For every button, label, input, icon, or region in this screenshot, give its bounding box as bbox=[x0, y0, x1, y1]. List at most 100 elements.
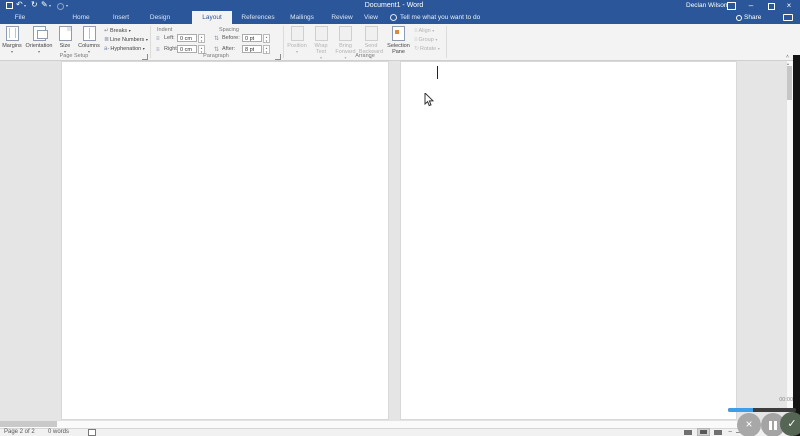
undo-icon[interactable]: ↶ bbox=[16, 1, 23, 9]
tab-insert[interactable]: Insert bbox=[106, 11, 136, 24]
recorder-progress-fill bbox=[728, 408, 753, 412]
hyphenation-button[interactable]: a-Hyphenation ▾ bbox=[104, 45, 145, 53]
pen-caret-icon[interactable]: ▾ bbox=[49, 4, 51, 8]
comments-icon[interactable] bbox=[783, 14, 793, 21]
paragraph-group-label: Paragraph bbox=[203, 53, 229, 59]
size-icon bbox=[58, 26, 72, 41]
page-setup-group-label: Page Setup bbox=[59, 53, 89, 59]
share-person-icon bbox=[736, 15, 742, 21]
spacing-after-input[interactable]: 8 pt bbox=[242, 45, 262, 53]
word-count[interactable]: 0 words bbox=[48, 428, 69, 436]
redo-icon[interactable]: ↻ bbox=[31, 1, 38, 9]
tab-layout[interactable]: Layout bbox=[192, 11, 232, 24]
vertical-scrollbar-thumb[interactable] bbox=[787, 66, 792, 100]
orientation-icon bbox=[32, 26, 48, 41]
horizontal-scrollbar[interactable] bbox=[0, 420, 793, 428]
status-bar bbox=[0, 428, 793, 436]
margins-button[interactable]: Margins ▾ bbox=[1, 26, 23, 55]
tab-view[interactable]: View bbox=[358, 11, 384, 24]
bring-forward-icon bbox=[339, 26, 352, 41]
desktop-edge bbox=[793, 55, 800, 436]
indent-header: Indent bbox=[157, 27, 173, 33]
undo-caret-icon[interactable]: ▾ bbox=[24, 4, 26, 8]
page-indicator[interactable]: Page 2 of 2 bbox=[4, 428, 35, 436]
zoom-out-button[interactable]: − bbox=[728, 429, 732, 436]
tab-file[interactable]: File bbox=[8, 11, 32, 24]
pause-bar-icon bbox=[769, 421, 772, 430]
indent-left-stepper[interactable]: ▴ ▾ bbox=[198, 34, 205, 43]
indent-left-input[interactable]: 0 cm bbox=[177, 34, 197, 42]
align-icon: ≡ bbox=[414, 28, 418, 34]
breaks-button[interactable]: ↵Breaks ▾ bbox=[104, 27, 131, 35]
qat-customize-icon[interactable]: ▾ bbox=[66, 4, 68, 8]
recorder-progress-track bbox=[728, 408, 796, 412]
pen-icon[interactable]: ✎ bbox=[41, 1, 48, 9]
hyphenation-icon: a- bbox=[104, 46, 110, 52]
spacing-before-icon: ⇅ bbox=[214, 36, 220, 42]
margins-icon bbox=[5, 26, 19, 41]
save-icon[interactable] bbox=[6, 2, 13, 9]
recorder-timer: 00:00 bbox=[779, 397, 793, 403]
spacing-header: Spacing bbox=[219, 27, 239, 33]
close-button[interactable]: × bbox=[782, 0, 796, 11]
collapse-ribbon-icon[interactable]: ˄ bbox=[786, 55, 789, 60]
page-1[interactable] bbox=[61, 61, 389, 420]
recorder-done-button[interactable]: ✓ bbox=[780, 412, 800, 436]
line-numbers-icon: ≣ bbox=[104, 37, 110, 43]
vertical-scrollbar[interactable] bbox=[786, 61, 793, 420]
indent-left-icon: ≡ bbox=[156, 36, 160, 42]
page-setup-dialog-launcher-icon[interactable] bbox=[142, 54, 148, 60]
indent-left-label: Left: bbox=[164, 35, 175, 41]
mouse-cursor-icon bbox=[424, 93, 434, 107]
restore-button[interactable] bbox=[768, 3, 775, 10]
horizontal-scrollbar-thumb[interactable] bbox=[0, 421, 57, 427]
align-button[interactable]: ≡Align ▾ bbox=[414, 27, 434, 35]
selection-pane-button[interactable]: Selection Pane bbox=[385, 26, 412, 55]
group-separator bbox=[283, 26, 284, 58]
orientation-button[interactable]: Orientation ▾ bbox=[24, 26, 54, 55]
arrange-group-label: Arrange bbox=[355, 53, 375, 59]
wrap-text-icon bbox=[314, 26, 328, 41]
minimize-button[interactable]: – bbox=[744, 0, 758, 11]
window-title: Document1 - Word bbox=[364, 2, 424, 9]
columns-button[interactable]: Columns ▾ bbox=[77, 26, 101, 55]
indent-right-input[interactable]: 0 cm bbox=[177, 45, 197, 53]
columns-icon bbox=[82, 26, 96, 41]
spacing-before-stepper[interactable]: ▴ ▾ bbox=[263, 34, 270, 43]
web-layout-button[interactable] bbox=[714, 430, 722, 435]
group-separator bbox=[446, 26, 447, 58]
position-button[interactable]: Position ▾ bbox=[286, 26, 308, 55]
qat-dim-icon bbox=[57, 3, 64, 10]
print-layout-button[interactable] bbox=[697, 428, 710, 436]
send-backward-icon bbox=[364, 26, 378, 41]
size-button[interactable]: Size ▾ bbox=[55, 26, 75, 55]
tab-mailings[interactable]: Mailings bbox=[284, 11, 320, 24]
line-numbers-button[interactable]: ≣Line Numbers ▾ bbox=[104, 36, 148, 44]
rotate-icon: ↻ bbox=[414, 46, 420, 52]
group-button[interactable]: ≡Group ▾ bbox=[414, 36, 437, 44]
tab-references[interactable]: References bbox=[236, 11, 280, 24]
tell-me-box[interactable]: Tell me what you want to do bbox=[400, 11, 480, 24]
spacing-before-input[interactable]: 0 pt bbox=[242, 34, 262, 42]
recorder-cancel-button[interactable]: × bbox=[737, 413, 761, 436]
tab-home[interactable]: Home bbox=[66, 11, 96, 24]
paragraph-dialog-launcher-icon[interactable] bbox=[275, 54, 281, 60]
tab-design[interactable]: Design bbox=[144, 11, 176, 24]
group-objects-icon: ≡ bbox=[414, 37, 418, 43]
lightbulb-icon bbox=[390, 14, 397, 21]
rotate-button[interactable]: ↻Rotate ▾ bbox=[414, 45, 440, 53]
pause-bar-icon bbox=[774, 421, 777, 430]
word-window: ↶ ▾ ↻ ✎ ▾ ▾ Document1 - Word Declan Wils… bbox=[0, 0, 800, 436]
ribbon-display-options-icon[interactable] bbox=[727, 2, 736, 10]
selection-pane-icon bbox=[392, 26, 405, 41]
breaks-icon: ↵ bbox=[104, 28, 110, 34]
read-mode-button[interactable] bbox=[684, 430, 692, 435]
group-separator bbox=[150, 26, 151, 58]
account-name[interactable]: Declan Wilson bbox=[686, 1, 728, 10]
position-icon bbox=[290, 26, 304, 41]
page-2[interactable] bbox=[400, 61, 737, 420]
proofing-icon[interactable] bbox=[88, 429, 96, 436]
tab-review[interactable]: Review bbox=[326, 11, 358, 24]
spacing-before-label: Before: bbox=[222, 35, 240, 41]
share-button[interactable]: Share bbox=[744, 11, 761, 24]
